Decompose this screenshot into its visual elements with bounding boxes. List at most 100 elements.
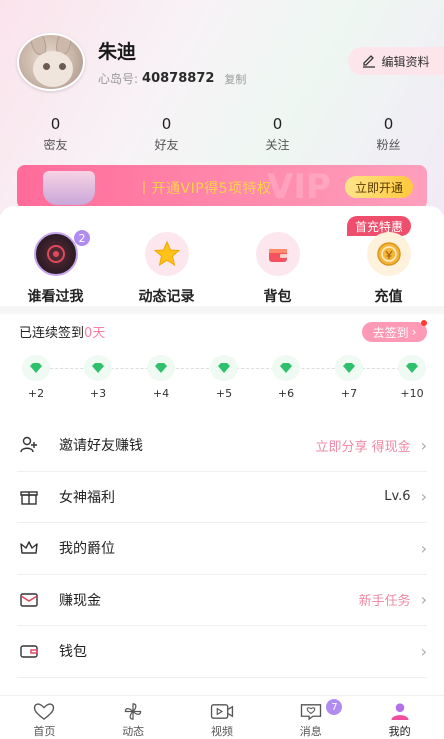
quick-recharge[interactable]: 充值: [333, 226, 444, 306]
signin-step[interactable]: +4: [145, 355, 177, 400]
vip-banner[interactable]: VIP 丨开通VIP得5项特权 立即开通: [17, 165, 427, 209]
stat-label: 好友: [154, 138, 179, 152]
signin-step-points: +5: [215, 387, 233, 400]
menu-label: 女神福利: [59, 489, 115, 506]
gem-icon: [398, 355, 426, 381]
crown-icon: [17, 536, 41, 560]
vip-watermark: VIP: [267, 167, 331, 207]
tab-label: 我的: [388, 725, 411, 738]
gift-icon: [17, 485, 41, 509]
stat-label: 关注: [265, 138, 290, 152]
quick-action-label: 动态记录: [138, 289, 195, 305]
video-icon: [210, 704, 234, 719]
stat-following[interactable]: 0 关注: [222, 115, 333, 153]
signin-step-points: +3: [89, 387, 107, 400]
gem-icon: [84, 355, 112, 381]
menu-label: 我的爵位: [59, 541, 115, 558]
user-plus-icon: [17, 433, 41, 457]
quick-moments-record[interactable]: 动态记录: [111, 226, 222, 306]
quick-action-label: 谁看过我: [27, 289, 84, 305]
signin-step[interactable]: +3: [82, 355, 114, 400]
signin-step[interactable]: +5: [208, 355, 240, 400]
vip-banner-text: 丨开通VIP得5项特权: [137, 181, 272, 197]
user-id-value: 40878872: [142, 71, 215, 86]
vip-open-button[interactable]: 立即开通: [344, 176, 413, 198]
menu-earn-cash[interactable]: 赚现金 新手任务 ›: [17, 575, 427, 626]
stat-close-friends[interactable]: 0 密友: [0, 115, 111, 153]
go-sign-in-button[interactable]: 去签到 ›: [362, 320, 427, 342]
vip-cup-illustration: [43, 171, 95, 205]
section-divider: [0, 306, 444, 314]
quick-action-label: 充值: [374, 289, 403, 305]
quick-action-label: 背包: [263, 289, 292, 305]
visitor-count-badge: 2: [74, 230, 90, 246]
signin-step-points: +6: [277, 387, 295, 400]
tab-me[interactable]: 我的: [355, 696, 444, 739]
notification-dot: [421, 320, 427, 326]
tab-video[interactable]: 视频: [178, 696, 267, 739]
edit-profile-button[interactable]: 编辑资料: [348, 47, 444, 75]
avatar[interactable]: [17, 33, 85, 91]
stat-label: 密友: [43, 138, 68, 152]
stat-fans[interactable]: 0 粉丝: [333, 115, 444, 153]
user-id-label: 心岛号:: [98, 72, 139, 86]
chevron-right-icon: ›: [420, 538, 427, 558]
visitor-avatar-icon: [33, 232, 78, 276]
menu-invite-friends[interactable]: 邀请好友赚钱 立即分享 得现金 ›: [17, 420, 427, 472]
message-heart-icon: [300, 704, 321, 721]
wallet-icon: [17, 639, 41, 663]
go-sign-in-label: 去签到: [372, 325, 409, 340]
message-count-badge: 7: [326, 699, 343, 715]
star-icon: [144, 232, 189, 276]
signin-step-points: +7: [340, 387, 358, 400]
envelope-icon: [17, 588, 41, 612]
chevron-right-icon: ›: [411, 325, 417, 339]
menu-goddess-welfare[interactable]: 女神福利 Lv.6 ›: [17, 472, 427, 523]
profile-icon: [391, 703, 409, 721]
signin-step-points: +2: [27, 387, 45, 400]
quick-actions: 2 谁看过我 动态记录 背包 充值: [0, 226, 444, 306]
home-heart-icon: [34, 703, 55, 720]
chevron-right-icon: ›: [420, 590, 427, 610]
menu-value: Lv.6: [384, 489, 411, 505]
signin-streak-text: 已连续签到0天: [19, 322, 105, 341]
gem-icon: [335, 355, 363, 381]
gem-icon: [22, 355, 50, 381]
chevron-right-icon: ›: [420, 435, 427, 455]
stats-row: 0 密友 0 好友 0 关注 0 粉丝: [0, 115, 444, 153]
menu-value: 立即分享 得现金: [315, 439, 411, 455]
quick-visitors[interactable]: 2 谁看过我: [0, 226, 111, 306]
tab-home[interactable]: 首页: [0, 696, 89, 739]
menu-my-rank[interactable]: 我的爵位 ›: [17, 523, 427, 575]
signin-step[interactable]: +7: [333, 355, 365, 400]
signin-step[interactable]: +10: [396, 355, 428, 400]
signin-step[interactable]: +6: [270, 355, 302, 400]
settings-menu: 邀请好友赚钱 立即分享 得现金 › 女神福利 Lv.6 › 我的爵位 › 赚现金: [0, 420, 444, 678]
backpack-icon: [255, 232, 300, 276]
stat-friends[interactable]: 0 好友: [111, 115, 222, 153]
menu-label: 赚现金: [59, 592, 101, 609]
signin-days: 0天: [84, 326, 106, 341]
signin-prefix: 已连续签到: [19, 326, 85, 341]
stat-value: 0: [50, 115, 61, 133]
tab-messages[interactable]: 7 消息: [266, 696, 355, 739]
tab-label: 首页: [33, 725, 56, 738]
tab-moments[interactable]: 动态: [89, 696, 178, 739]
chevron-right-icon: ›: [420, 487, 427, 507]
user-id-line: 心岛号: 40878872 复制: [98, 70, 246, 87]
nickname: 朱迪: [98, 41, 137, 63]
quick-backpack[interactable]: 背包: [222, 226, 333, 306]
bottom-tab-bar: 首页 动态 视频 7 消息 我的: [0, 695, 444, 739]
stat-value: 0: [161, 115, 172, 133]
chevron-right-icon: ›: [420, 641, 427, 661]
edit-pencil-icon: [363, 55, 376, 68]
menu-label: 钱包: [59, 644, 87, 661]
tab-label: 动态: [122, 725, 145, 738]
gem-icon: [272, 355, 300, 381]
stat-value: 0: [272, 115, 283, 133]
signin-step[interactable]: +2: [20, 355, 52, 400]
coin-icon: [366, 232, 411, 276]
copy-id-button[interactable]: 复制: [224, 71, 246, 87]
menu-wallet[interactable]: 钱包 ›: [17, 626, 427, 678]
tab-label: 视频: [210, 725, 233, 738]
